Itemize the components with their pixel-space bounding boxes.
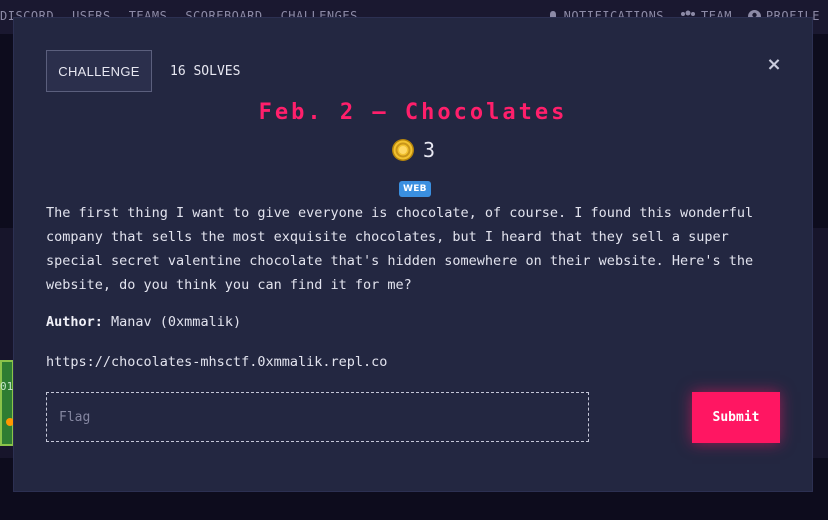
background-challenge-card (0, 360, 14, 446)
background-card-dot (6, 418, 14, 426)
tab-challenge[interactable]: CHALLENGE (46, 50, 152, 92)
tab-solves[interactable]: 16 SOLVES (170, 50, 240, 92)
challenge-points: 3 (14, 138, 812, 162)
author-value: Manav (0xmmalik) (102, 314, 242, 330)
close-icon[interactable]: × (764, 54, 784, 75)
author-label: Author: (46, 314, 103, 330)
flag-input[interactable] (46, 392, 589, 442)
challenge-modal: CHALLENGE 16 SOLVES × Feb. 2 — Chocolate… (14, 18, 812, 491)
coin-icon (391, 139, 414, 161)
challenge-url[interactable]: https://chocolates-mhsctf.0xmmalik.repl.… (46, 354, 387, 370)
background-card-number: 01 (0, 380, 14, 393)
points-value: 3 (422, 138, 436, 162)
challenge-description: The first thing I want to give everyone … (46, 205, 754, 293)
category-tag: WEB (399, 181, 431, 197)
submit-button[interactable]: Submit (692, 392, 780, 443)
challenge-title: Feb. 2 — Chocolates (258, 100, 568, 125)
challenge-author: Author: Manav (0xmmalik) (46, 314, 241, 330)
